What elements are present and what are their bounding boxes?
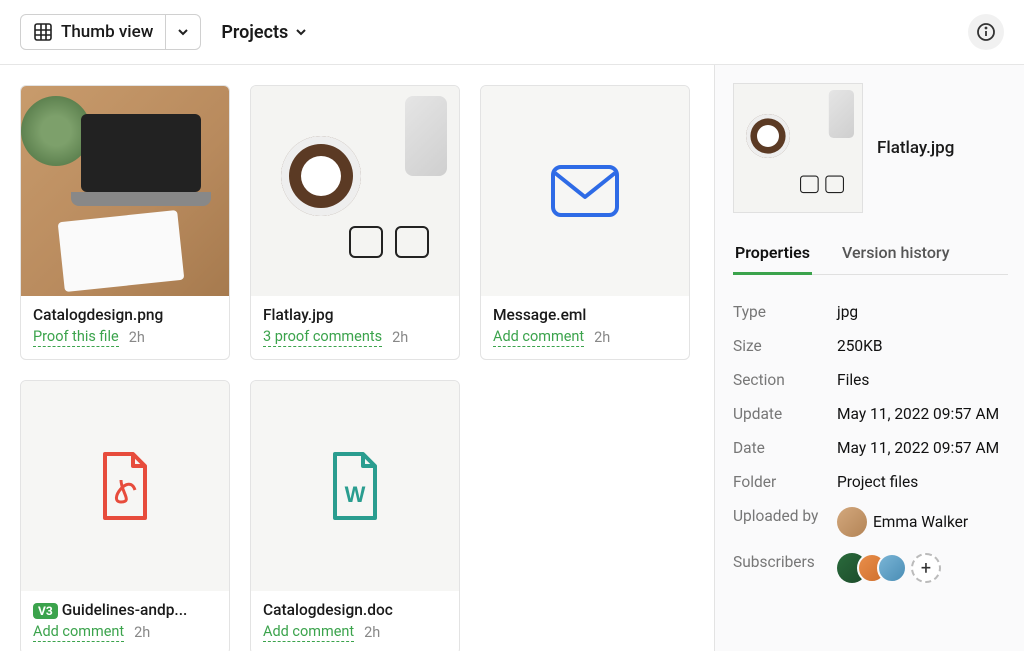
view-label: Thumb view <box>61 22 153 42</box>
add-subscriber-button[interactable]: + <box>911 553 941 583</box>
details-panel: Flatlay.jpg Properties Version history T… <box>714 65 1024 651</box>
proof-file-link[interactable]: Proof this file <box>33 328 119 347</box>
file-time: 2h <box>392 329 408 346</box>
breadcrumb-label: Projects <box>221 22 288 43</box>
file-grid: Catalogdesign.png Proof this file 2h Fla… <box>0 65 714 651</box>
chevron-down-icon <box>176 25 190 39</box>
file-time: 2h <box>594 329 610 346</box>
prop-uploaded-by: Uploaded by Emma Walker <box>733 499 1008 545</box>
version-badge: V3 <box>33 603 58 619</box>
prop-date: Date May 11, 2022 09:57 AM <box>733 431 1008 465</box>
add-comment-link[interactable]: Add comment <box>263 623 354 642</box>
view-mode-button[interactable]: Thumb view <box>21 15 165 49</box>
add-comment-link[interactable]: Add comment <box>33 623 124 642</box>
prop-subscribers: Subscribers + <box>733 545 1008 591</box>
file-thumbnail <box>481 86 689 296</box>
svg-text:W: W <box>345 482 366 507</box>
prop-size: Size 250KB <box>733 329 1008 363</box>
details-tabs: Properties Version history <box>733 237 1008 275</box>
file-card[interactable]: V3Guidelines-andp... Add comment 2h <box>20 380 230 651</box>
file-card[interactable]: Flatlay.jpg 3 proof comments 2h <box>250 85 460 360</box>
uploader-avatar <box>837 507 867 537</box>
prop-section: Section Files <box>733 363 1008 397</box>
file-card[interactable]: Catalogdesign.png Proof this file 2h <box>20 85 230 360</box>
file-time: 2h <box>134 624 150 641</box>
subscriber-avatar[interactable] <box>877 553 907 583</box>
breadcrumb[interactable]: Projects <box>221 22 308 43</box>
file-thumbnail <box>21 381 229 591</box>
view-selector: Thumb view <box>20 14 201 50</box>
file-card[interactable]: W Catalogdesign.doc Add comment 2h <box>250 380 460 651</box>
file-time: 2h <box>364 624 380 641</box>
add-comment-link[interactable]: Add comment <box>493 328 584 347</box>
file-thumbnail <box>21 86 229 296</box>
chevron-down-icon <box>294 25 308 39</box>
mail-icon <box>549 163 621 219</box>
file-name: Catalogdesign.doc <box>263 601 447 619</box>
view-dropdown-button[interactable] <box>165 15 200 49</box>
tab-version-history[interactable]: Version history <box>840 237 952 275</box>
prop-update: Update May 11, 2022 09:57 AM <box>733 397 1008 431</box>
file-name: Flatlay.jpg <box>263 306 447 324</box>
file-thumbnail <box>251 86 459 296</box>
pdf-file-icon <box>97 450 153 522</box>
grid-icon <box>33 22 53 42</box>
details-thumbnail <box>733 83 863 213</box>
prop-type: Type jpg <box>733 295 1008 329</box>
file-name: Catalogdesign.png <box>33 306 217 324</box>
toolbar: Thumb view Projects <box>0 0 1024 65</box>
info-button[interactable] <box>968 14 1004 50</box>
tab-properties[interactable]: Properties <box>733 237 812 275</box>
word-file-icon: W <box>327 450 383 522</box>
file-name: V3Guidelines-andp... <box>33 601 217 619</box>
file-time: 2h <box>129 329 145 346</box>
info-icon <box>976 22 996 42</box>
details-title: Flatlay.jpg <box>877 138 954 158</box>
uploader-name: Emma Walker <box>873 513 968 531</box>
prop-folder: Folder Project files <box>733 465 1008 499</box>
file-name: Message.eml <box>493 306 677 324</box>
file-thumbnail: W <box>251 381 459 591</box>
file-card[interactable]: Message.eml Add comment 2h <box>480 85 690 360</box>
proof-comments-link[interactable]: 3 proof comments <box>263 328 382 347</box>
